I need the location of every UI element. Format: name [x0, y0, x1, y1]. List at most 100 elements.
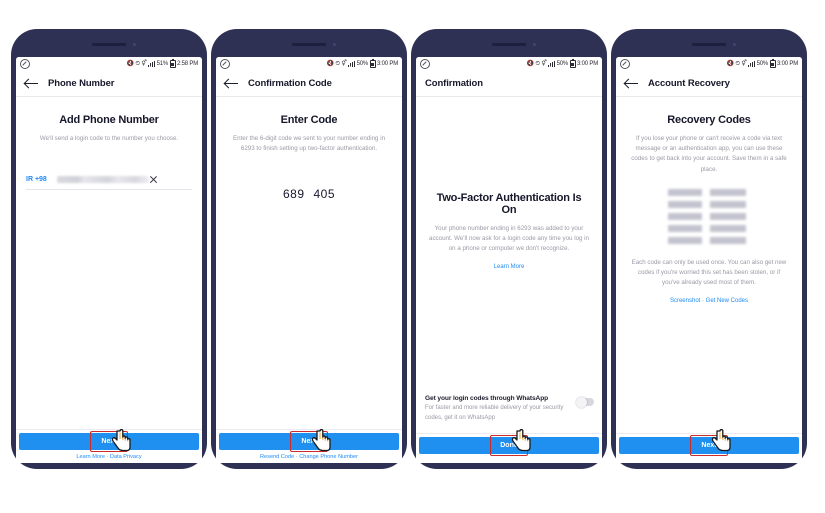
- done-button-label: Done: [500, 442, 518, 449]
- status-time: 3:00 PM: [377, 60, 398, 67]
- list-item: [668, 236, 750, 244]
- battery-percent: 50%: [356, 60, 369, 67]
- next-button-label: Next: [101, 438, 117, 445]
- recovery-footnote: Each code can only be used once. You can…: [631, 258, 787, 287]
- status-bar: 🔇 ⏲ ⚥ 50% 3:00 PM: [416, 57, 602, 70]
- list-item: [668, 200, 750, 208]
- list-item: [668, 224, 750, 232]
- footer-links[interactable]: Learn More · Data Privacy: [16, 450, 202, 463]
- phone-screen-1: 🔇 ⏲ ⚥ 51% 2:58 PM Phone Number Add Phone…: [16, 57, 202, 463]
- alarm-icon: ⏲: [135, 60, 140, 67]
- page-title: Account Recovery: [648, 77, 730, 89]
- screen-body-2: Enter Code Enter the 6-digit code we sen…: [216, 97, 402, 429]
- status-time: 3:00 PM: [577, 60, 598, 67]
- screen-body-3: Two-Factor Authentication Is On Your pho…: [416, 97, 602, 433]
- subtext: If you lose your phone or can't receive …: [631, 135, 787, 173]
- code-group-one: 689: [282, 187, 305, 202]
- back-arrow-icon[interactable]: [25, 77, 38, 90]
- bottom-spacer: [616, 454, 802, 463]
- next-button-label: Next: [301, 438, 317, 445]
- bluetooth-icon: ⚥: [741, 60, 747, 67]
- phone-number-field[interactable]: IR +98: [26, 175, 192, 191]
- phone-mockup-4: 🔇 ⏲ ⚥ 50% 3:00 PM Account Recovery Recov…: [611, 29, 807, 469]
- whatsapp-toggle[interactable]: [576, 396, 594, 408]
- country-code-label[interactable]: IR +98: [26, 176, 47, 183]
- battery-icon: [569, 58, 576, 68]
- phone-screen-3: 🔇 ⏲ ⚥ 50% 3:00 PM Confirmation Two-Facto…: [416, 57, 602, 463]
- close-x-icon[interactable]: [149, 175, 158, 184]
- whatsapp-row-title: Get your login codes through WhatsApp: [425, 395, 549, 403]
- mute-icon: 🔇: [326, 60, 334, 67]
- phone-mockup-3: 🔇 ⏲ ⚥ 50% 3:00 PM Confirmation Two-Facto…: [411, 29, 607, 469]
- whatsapp-muted-icon: [620, 58, 630, 69]
- subtext: Your phone number ending in 6293 was add…: [429, 225, 589, 253]
- front-camera-icon: [333, 43, 336, 46]
- mute-icon: 🔇: [726, 60, 734, 67]
- back-arrow-icon[interactable]: [625, 77, 638, 90]
- status-time: 3:00 PM: [777, 60, 798, 67]
- phone-screen-2: 🔇 ⏲ ⚥ 50% 3:00 PM Confirmation Code Ente…: [216, 57, 402, 463]
- battery-icon: [169, 58, 176, 68]
- phone-number-input[interactable]: [56, 176, 149, 184]
- subtext: Enter the 6-digit code we sent to your n…: [232, 135, 386, 153]
- app-bar-4: Account Recovery: [616, 70, 802, 97]
- status-bar: 🔇 ⏲ ⚥ 50% 3:00 PM: [216, 57, 402, 70]
- signal-icon: [348, 60, 356, 67]
- learn-more-link[interactable]: Learn More: [416, 264, 602, 270]
- earpiece-speaker: [92, 43, 126, 46]
- bottom-bar-1: Next Learn More · Data Privacy: [16, 429, 202, 463]
- code-group-two: 405: [313, 187, 336, 202]
- code-separator: [305, 187, 314, 201]
- screenshot-get-new-codes-link[interactable]: Screenshot · Get New Codes: [616, 298, 802, 304]
- headline: Recovery Codes: [667, 114, 751, 126]
- headline: Enter Code: [280, 114, 338, 126]
- bluetooth-icon: ⚥: [341, 60, 347, 67]
- whatsapp-muted-icon: [220, 58, 230, 69]
- whatsapp-row-subtitle: For faster and more reliable delivery of…: [425, 405, 564, 421]
- page-title: Confirmation Code: [248, 77, 332, 89]
- earpiece-speaker: [692, 43, 726, 46]
- app-bar-1: Phone Number: [16, 70, 202, 97]
- headline: Add Phone Number: [59, 114, 159, 126]
- whatsapp-delivery-row: Get your login codes through WhatsApp Fo…: [425, 395, 594, 423]
- battery-icon: [769, 58, 776, 68]
- whatsapp-muted-icon: [420, 58, 430, 69]
- recovery-codes-list: [668, 188, 750, 244]
- done-button[interactable]: Done: [419, 435, 599, 456]
- app-bar-2: Confirmation Code: [216, 70, 402, 97]
- status-bar: 🔇 ⏲ ⚥ 51% 2:58 PM: [16, 57, 202, 70]
- confirmation-code-display[interactable]: 689 405: [216, 187, 402, 201]
- toggle-knob: [576, 396, 587, 408]
- bottom-bar-4: Next: [616, 433, 802, 463]
- footer-links[interactable]: Resend Code · Change Phone Number: [216, 450, 402, 463]
- next-button[interactable]: Next: [219, 431, 399, 452]
- back-arrow-icon[interactable]: [225, 77, 238, 90]
- phone-mockup-2: 🔇 ⏲ ⚥ 50% 3:00 PM Confirmation Code Ente…: [211, 29, 407, 469]
- list-item: [668, 188, 750, 196]
- screenshot-canvas: 🔇 ⏲ ⚥ 51% 2:58 PM Phone Number Add Phone…: [0, 0, 825, 513]
- bottom-spacer: [416, 454, 602, 463]
- bluetooth-icon: ⚥: [141, 60, 147, 67]
- signal-icon: [148, 60, 156, 67]
- signal-icon: [548, 60, 556, 67]
- earpiece-speaker: [492, 43, 526, 46]
- status-bar: 🔇 ⏲ ⚥ 50% 3:00 PM: [616, 57, 802, 70]
- subtext: We'll send a login code to the number yo…: [39, 135, 179, 142]
- battery-percent: 50%: [756, 60, 769, 67]
- earpiece-speaker: [292, 43, 326, 46]
- battery-icon: [369, 58, 376, 68]
- whatsapp-muted-icon: [20, 58, 30, 69]
- battery-percent: 50%: [556, 60, 569, 67]
- phone-mockup-1: 🔇 ⏲ ⚥ 51% 2:58 PM Phone Number Add Phone…: [11, 29, 207, 469]
- alarm-icon: ⏲: [335, 60, 340, 67]
- screen-body-4: Recovery Codes If you lose your phone or…: [616, 97, 802, 433]
- mute-icon: 🔇: [126, 60, 134, 67]
- page-title: Phone Number: [48, 77, 115, 89]
- next-button[interactable]: Next: [619, 435, 799, 456]
- alarm-icon: ⏲: [535, 60, 540, 67]
- front-camera-icon: [133, 43, 136, 46]
- bluetooth-icon: ⚥: [541, 60, 547, 67]
- list-item: [668, 212, 750, 220]
- page-title: Confirmation: [425, 77, 483, 89]
- next-button[interactable]: Next: [19, 431, 199, 452]
